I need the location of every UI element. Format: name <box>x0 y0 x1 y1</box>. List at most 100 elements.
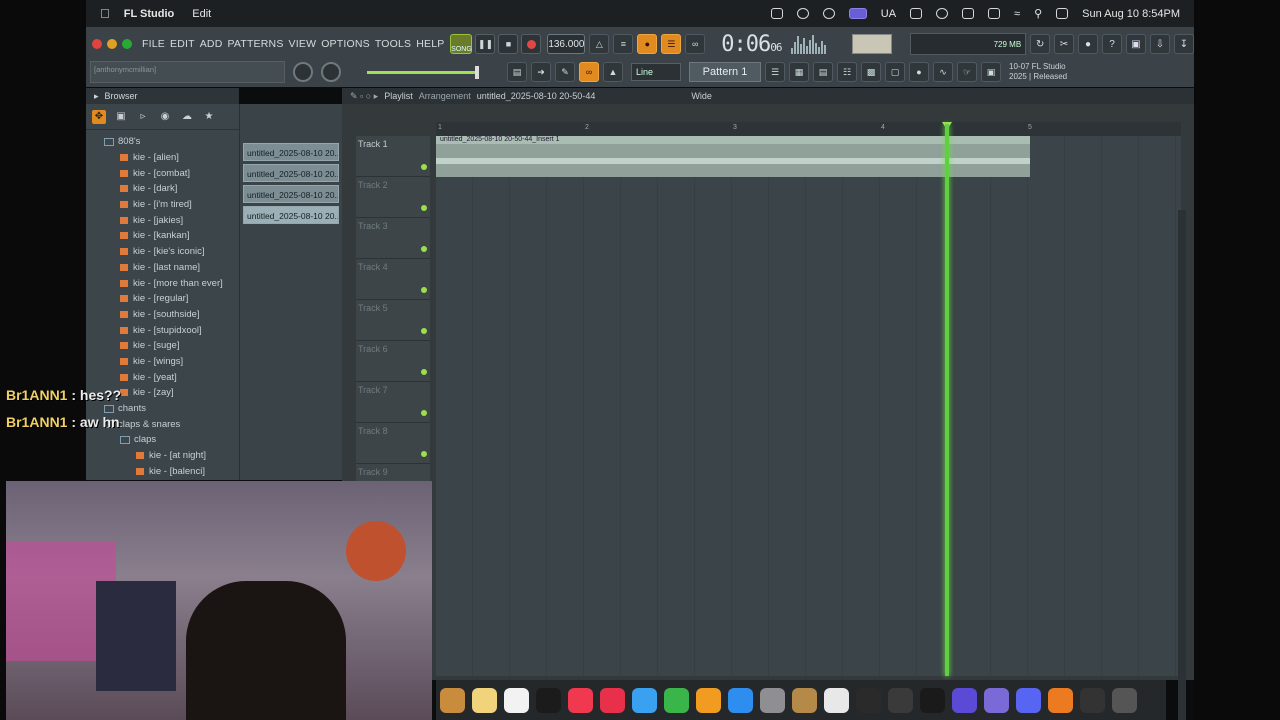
track-header[interactable]: Track 3 <box>356 218 430 259</box>
loop-record-button[interactable]: ☰ <box>661 34 682 54</box>
wifi-icon[interactable]: ≈ <box>1014 8 1020 20</box>
wait-input-button[interactable]: ≡ <box>613 34 634 54</box>
playlist-grid[interactable] <box>436 136 1181 676</box>
vertical-scrollbar[interactable] <box>1178 210 1186 720</box>
tempo-display[interactable]: 136.000 <box>547 34 586 54</box>
browser-file[interactable]: kie - [regular] <box>86 291 239 307</box>
track-header[interactable]: Track 8 <box>356 423 430 464</box>
browser-file-icon[interactable]: ▣ <box>114 110 128 124</box>
pause-button[interactable]: ❚❚ <box>475 34 496 54</box>
sync-icon[interactable] <box>796 8 809 19</box>
record-button[interactable] <box>521 34 542 54</box>
undo-button[interactable]: ↻ <box>1030 34 1051 54</box>
audio-clip[interactable]: untitled_2025-08-10 20-50-44_Insert 1 <box>436 136 1030 177</box>
apple-icon[interactable]:  <box>100 6 110 21</box>
track-header[interactable]: Track 7 <box>356 382 430 423</box>
help-button[interactable]: ? <box>1102 34 1123 54</box>
track-enable-led[interactable] <box>421 205 427 211</box>
browser-file[interactable]: kie - [suge] <box>86 338 239 354</box>
moon-icon[interactable] <box>936 8 949 19</box>
countdown-button[interactable]: ● <box>637 34 658 54</box>
browser-cloud-icon[interactable]: ☁ <box>180 110 194 124</box>
snap-selector[interactable]: Line <box>631 63 681 81</box>
master-pitch-knob[interactable] <box>321 62 341 82</box>
script-icon[interactable] <box>824 687 849 713</box>
mic-button[interactable]: ● <box>1078 34 1099 54</box>
browser-file[interactable]: kie - [yeat] <box>86 369 239 385</box>
metronome-button[interactable]: △ <box>589 34 610 54</box>
pencil-button[interactable]: ✎ <box>555 62 575 82</box>
clock[interactable]: Sun Aug 10 8:54PM <box>1082 8 1180 20</box>
browser-file[interactable]: kie - [southside] <box>86 307 239 323</box>
export-button[interactable]: ⇩ <box>1150 34 1170 54</box>
browser-menu-icon[interactable]: ▸ <box>94 91 99 102</box>
track-enable-led[interactable] <box>421 287 427 293</box>
browser-file[interactable]: kie - [wings] <box>86 354 239 370</box>
browser-file[interactable]: kie - [kankan] <box>86 228 239 244</box>
music-icon[interactable] <box>568 687 593 713</box>
settings-icon[interactable] <box>760 687 785 713</box>
arrow-button[interactable]: ➜ <box>531 62 551 82</box>
browser-star-icon[interactable]: ★ <box>202 110 216 124</box>
downloads-icon[interactable] <box>1080 687 1105 713</box>
browser-file[interactable]: kie - [i'm tired] <box>86 197 239 213</box>
track-header[interactable]: Track 2 <box>356 177 430 218</box>
chrome-icon[interactable] <box>822 8 835 19</box>
obs-icon[interactable] <box>952 687 977 713</box>
time-ruler[interactable]: 1 2 3 4 5 <box>436 122 1181 136</box>
stop-button[interactable]: ■ <box>498 34 519 54</box>
browser-file[interactable]: kie - [stupidxool] <box>86 322 239 338</box>
app-store-icon[interactable] <box>728 687 753 713</box>
playlist-breadcrumb[interactable]: Arrangement <box>419 91 471 101</box>
track-enable-led[interactable] <box>421 369 427 375</box>
freeform-icon[interactable] <box>504 687 529 713</box>
pages-icon[interactable] <box>696 687 721 713</box>
finder-icon[interactable] <box>440 687 465 713</box>
browser-button[interactable]: ▩ <box>861 62 881 82</box>
archive-icon[interactable] <box>792 687 817 713</box>
track-header[interactable]: Track 4 <box>356 259 430 300</box>
activity-icon[interactable] <box>888 687 913 713</box>
menu-tools[interactable]: TOOLS <box>375 38 411 50</box>
piano-roll-button[interactable]: ▤ <box>507 62 527 82</box>
track-enable-led[interactable] <box>421 328 427 334</box>
playlist-mode[interactable]: Wide <box>691 91 712 101</box>
browser-speaker-icon[interactable]: ▹ <box>136 110 150 124</box>
song-mode-button[interactable]: SONG <box>450 34 473 54</box>
discord-icon[interactable] <box>1016 687 1041 713</box>
track-enable-led[interactable] <box>421 410 427 416</box>
app-menu[interactable]: FL Studio <box>124 8 175 20</box>
browser-folder[interactable]: claps <box>86 432 239 448</box>
numbers-icon[interactable] <box>664 687 689 713</box>
browser-file[interactable]: kie - [balenci] <box>86 463 239 479</box>
picker-item[interactable]: untitled_2025-08-10 20... <box>243 185 339 203</box>
shop-button[interactable]: ▣ <box>981 62 1001 82</box>
menu-help[interactable]: HELP <box>416 38 444 50</box>
song-position[interactable]: 0:0606 <box>721 32 782 57</box>
touch-button[interactable]: ☞ <box>957 62 977 82</box>
browser-folder[interactable]: 808's <box>86 134 239 150</box>
download-button[interactable]: ↧ <box>1173 34 1194 54</box>
cable-button[interactable]: ∿ <box>933 62 953 82</box>
screen-record-icon[interactable] <box>848 8 867 19</box>
browser-all-icon[interactable]: ✥ <box>92 109 106 124</box>
save-button[interactable]: ▣ <box>1126 34 1146 54</box>
display-icon[interactable] <box>962 8 975 19</box>
audio-midi-icon[interactable] <box>856 687 881 713</box>
track-header[interactable]: Track 5 <box>356 300 430 341</box>
chrome-dock-icon[interactable] <box>984 687 1009 713</box>
track-enable-led[interactable] <box>421 451 427 457</box>
menu-patterns[interactable]: PATTERNS <box>227 38 283 50</box>
minimize-window-button[interactable] <box>107 39 117 49</box>
spotlight-icon[interactable]: ⚲ <box>1034 7 1042 20</box>
browser-file[interactable]: kie - [dark] <box>86 181 239 197</box>
notes-icon[interactable] <box>472 687 497 713</box>
stamp-button[interactable]: ▲ <box>603 62 623 82</box>
channel-rack-button[interactable]: ▦ <box>789 62 809 82</box>
slider-handle[interactable] <box>475 65 479 79</box>
edit-menu[interactable]: Edit <box>192 8 211 20</box>
picker-item[interactable]: untitled_2025-08-10 20... <box>243 143 339 161</box>
menu-options[interactable]: OPTIONS <box>321 38 370 50</box>
browser-plugin-icon[interactable]: ◉ <box>158 110 172 124</box>
menu-file[interactable]: FILE <box>142 38 165 50</box>
